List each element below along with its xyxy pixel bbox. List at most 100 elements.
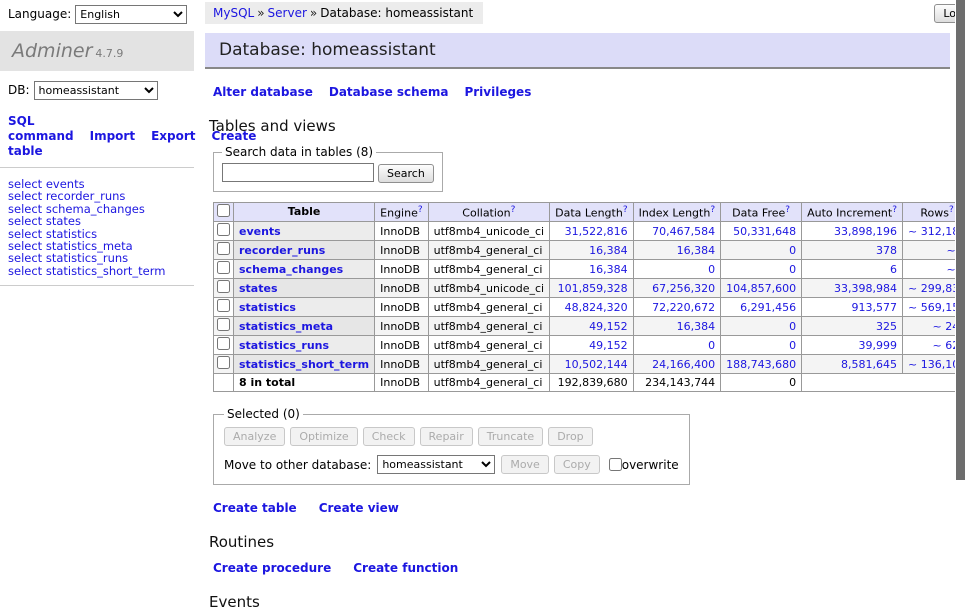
- index-length-link[interactable]: 16,384: [677, 320, 716, 333]
- table-name-link[interactable]: statistics: [239, 301, 296, 314]
- auto-increment-link[interactable]: 8,581,645: [841, 358, 897, 371]
- row-checkbox[interactable]: [217, 299, 230, 312]
- drop-button[interactable]: Drop: [548, 427, 592, 446]
- data-length-link[interactable]: 10,502,144: [565, 358, 628, 371]
- language-row: Language:English: [0, 0, 194, 24]
- help-icon[interactable]: ?: [710, 205, 715, 215]
- table-name-link[interactable]: schema_changes: [239, 263, 343, 276]
- help-icon[interactable]: ?: [623, 205, 628, 215]
- index-length-link[interactable]: 70,467,584: [652, 225, 715, 238]
- row-checkbox[interactable]: [217, 356, 230, 369]
- row-checkbox[interactable]: [217, 261, 230, 274]
- index-length-link[interactable]: 24,166,400: [652, 358, 715, 371]
- move-button[interactable]: Move: [501, 455, 549, 474]
- tables-list: Table Engine? Collation? Data Length? In…: [213, 202, 966, 393]
- sidebar-select-states[interactable]: select states: [8, 215, 194, 227]
- auto-increment-link[interactable]: 325: [876, 320, 897, 333]
- row-checkbox[interactable]: [217, 318, 230, 331]
- sidebar-select-statistics-short-term[interactable]: select statistics_short_term: [8, 265, 194, 277]
- analyze-button[interactable]: Analyze: [224, 427, 285, 446]
- repair-button[interactable]: Repair: [420, 427, 473, 446]
- index-length-link[interactable]: 0: [708, 339, 715, 352]
- scrollbar-thumb[interactable]: [956, 0, 965, 480]
- data-free-link[interactable]: 0: [789, 244, 796, 257]
- row-checkbox[interactable]: [217, 337, 230, 350]
- create-table-link[interactable]: Create table: [213, 501, 297, 515]
- data-length-link[interactable]: 49,152: [589, 339, 628, 352]
- data-free-link[interactable]: 6,291,456: [740, 301, 796, 314]
- search-button[interactable]: Search: [378, 164, 434, 183]
- help-icon[interactable]: ?: [511, 205, 516, 215]
- overwrite-checkbox[interactable]: [609, 458, 622, 471]
- index-length-link[interactable]: 72,220,672: [652, 301, 715, 314]
- row-checkbox[interactable]: [217, 280, 230, 293]
- row-checkbox[interactable]: [217, 223, 230, 236]
- move-database-select[interactable]: homeassistant: [377, 455, 495, 474]
- breadcrumb-mysql-link[interactable]: MySQL: [213, 6, 254, 20]
- sidebar-select-statistics-runs[interactable]: select statistics_runs: [8, 252, 194, 264]
- auto-increment-link[interactable]: 33,898,196: [834, 225, 897, 238]
- auto-increment-link[interactable]: 913,577: [852, 301, 898, 314]
- table-name-link[interactable]: statistics_short_term: [239, 358, 369, 371]
- index-length-link[interactable]: 16,384: [677, 244, 716, 257]
- truncate-button[interactable]: Truncate: [478, 427, 543, 446]
- help-icon[interactable]: ?: [785, 205, 790, 215]
- breadcrumb-server-link[interactable]: Server: [268, 6, 307, 20]
- data-free-link[interactable]: 0: [789, 339, 796, 352]
- auto-increment-link[interactable]: 33,398,984: [834, 282, 897, 295]
- data-length-link[interactable]: 31,522,816: [565, 225, 628, 238]
- auto-increment-link[interactable]: 39,999: [859, 339, 898, 352]
- total-index-length: 234,143,744: [633, 374, 721, 392]
- data-free-link[interactable]: 0: [789, 263, 796, 276]
- alter-database-link[interactable]: Alter database: [213, 85, 313, 99]
- events-heading: Events: [209, 593, 950, 611]
- search-input[interactable]: [222, 163, 374, 182]
- auto-increment-link[interactable]: 378: [876, 244, 897, 257]
- create-procedure-link[interactable]: Create procedure: [213, 561, 331, 575]
- sidebar-link-import[interactable]: Import: [90, 129, 135, 143]
- optimize-button[interactable]: Optimize: [290, 427, 357, 446]
- routine-links: Create procedure Create function: [213, 561, 950, 575]
- table-row: statistics_meta InnoDB utf8mb4_general_c…: [214, 317, 966, 336]
- data-free-link[interactable]: 188,743,680: [726, 358, 796, 371]
- vertical-scrollbar[interactable]: [955, 0, 966, 543]
- data-length-link[interactable]: 101,859,328: [558, 282, 628, 295]
- table-name-link[interactable]: states: [239, 282, 278, 295]
- total-collation: utf8mb4_general_ci: [428, 374, 549, 392]
- data-free-link[interactable]: 0: [789, 320, 796, 333]
- table-name-link[interactable]: events: [239, 225, 281, 238]
- adminer-brand[interactable]: Adminer: [12, 40, 92, 62]
- data-length-link[interactable]: 16,384: [589, 263, 628, 276]
- db-select[interactable]: homeassistant: [34, 81, 158, 100]
- privileges-link[interactable]: Privileges: [464, 85, 531, 99]
- data-free-link[interactable]: 104,857,600: [726, 282, 796, 295]
- create-function-link[interactable]: Create function: [353, 561, 458, 575]
- check-button[interactable]: Check: [363, 427, 415, 446]
- create-view-link[interactable]: Create view: [319, 501, 399, 515]
- table-name-link[interactable]: statistics_runs: [239, 339, 329, 352]
- overwrite-option[interactable]: overwrite: [609, 458, 679, 472]
- sidebar-select-recorder-runs[interactable]: select recorder_runs: [8, 190, 194, 202]
- row-checkbox[interactable]: [217, 242, 230, 255]
- copy-button[interactable]: Copy: [554, 455, 600, 474]
- database-schema-link[interactable]: Database schema: [329, 85, 449, 99]
- data-length-link[interactable]: 48,824,320: [565, 301, 628, 314]
- help-icon[interactable]: ?: [949, 205, 954, 215]
- table-name-link[interactable]: recorder_runs: [239, 244, 325, 257]
- table-row: recorder_runs InnoDB utf8mb4_general_ci …: [214, 241, 966, 260]
- language-select[interactable]: English: [75, 5, 187, 24]
- index-length-link[interactable]: 0: [708, 263, 715, 276]
- auto-increment-link[interactable]: 6: [890, 263, 897, 276]
- table-name-link[interactable]: statistics_meta: [239, 320, 333, 333]
- select-all-checkbox[interactable]: [217, 204, 230, 217]
- help-icon[interactable]: ?: [418, 205, 423, 215]
- data-length-link[interactable]: 49,152: [589, 320, 628, 333]
- index-length-link[interactable]: 67,256,320: [652, 282, 715, 295]
- sidebar-link-export[interactable]: Export: [151, 129, 195, 143]
- adminer-version[interactable]: 4.7.9: [95, 47, 123, 60]
- col-table: Table: [234, 202, 375, 222]
- help-icon[interactable]: ?: [892, 205, 897, 215]
- sidebar-link-sql-command[interactable]: SQL command: [8, 114, 74, 143]
- data-free-link[interactable]: 50,331,648: [733, 225, 796, 238]
- data-length-link[interactable]: 16,384: [589, 244, 628, 257]
